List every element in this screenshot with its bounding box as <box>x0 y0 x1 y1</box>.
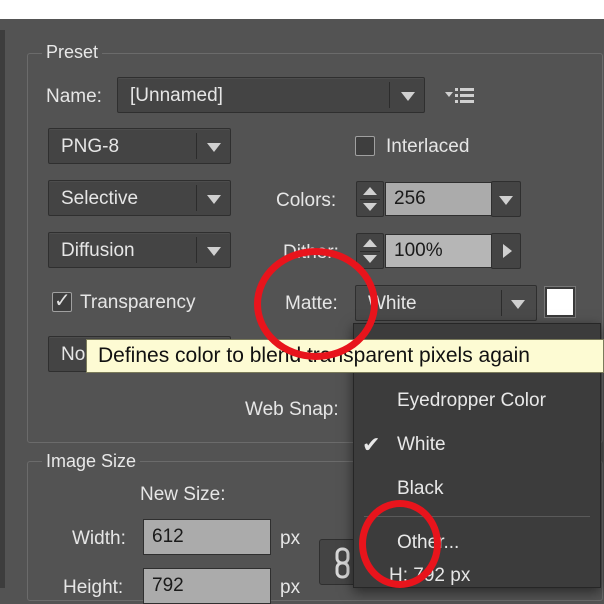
chevron-down-icon <box>511 300 525 309</box>
transparency-dither-value: No <box>61 344 86 365</box>
preset-group-title: Preset <box>42 42 103 62</box>
height-label: Height: <box>63 577 124 598</box>
height-unit: px <box>280 577 301 598</box>
interlaced-checkbox[interactable] <box>355 136 375 156</box>
chevron-right-icon <box>503 244 512 258</box>
format-dropdown-value: PNG-8 <box>61 136 120 157</box>
width-unit: px <box>280 528 301 549</box>
checkmark-icon: ✔ <box>362 432 381 457</box>
websnap-label: Web Snap: <box>245 399 339 420</box>
dither-algorithm-dropdown[interactable]: Diffusion <box>48 232 231 268</box>
width-field[interactable]: 612 <box>143 519 271 555</box>
chevron-down-icon <box>207 247 221 256</box>
chevron-down-icon <box>499 196 513 205</box>
matte-dropdown[interactable]: White <box>355 285 537 321</box>
chevron-down-icon <box>207 143 221 152</box>
colors-field[interactable]: 256 <box>385 182 492 216</box>
dither-stepper[interactable] <box>356 233 384 269</box>
color-reduction-value: Selective <box>61 188 139 209</box>
annotation-circle-matte <box>254 248 378 360</box>
dither-field[interactable]: 100% <box>385 234 492 268</box>
color-reduction-dropdown[interactable]: Selective <box>48 180 231 216</box>
new-size-label: New Size: <box>140 484 226 505</box>
name-dropdown[interactable]: [Unnamed] <box>117 77 425 113</box>
height-field[interactable]: 792 <box>143 568 271 604</box>
chevron-down-icon <box>401 92 415 101</box>
panel-left-edge <box>0 30 5 588</box>
list-menu-icon[interactable] <box>443 86 477 106</box>
colors-stepper[interactable] <box>356 181 384 217</box>
chevron-down-icon <box>207 195 221 204</box>
image-size-group-title: Image Size <box>42 451 141 471</box>
format-dropdown[interactable]: PNG-8 <box>48 128 231 164</box>
matte-menu-item-eyedropper[interactable]: Eyedropper Color <box>354 384 602 418</box>
annotation-circle-other <box>359 500 441 588</box>
colors-dropdown-button[interactable] <box>491 181 521 217</box>
colors-label: Colors: <box>276 190 337 211</box>
width-label: Width: <box>72 528 126 549</box>
name-dropdown-value: [Unnamed] <box>130 85 223 106</box>
checkmark-icon: ✓ <box>54 290 71 312</box>
dither-algorithm-value: Diffusion <box>61 240 135 261</box>
matte-menu-item-white[interactable]: ✔ White <box>354 428 602 462</box>
matte-color-swatch[interactable] <box>544 286 576 318</box>
transparency-label: Transparency <box>80 292 196 313</box>
interlaced-label: Interlaced <box>386 136 470 157</box>
dither-slider-button[interactable] <box>491 233 521 269</box>
name-label: Name: <box>46 86 102 107</box>
window-top-bar <box>0 0 604 19</box>
transparency-checkbox[interactable]: ✓ <box>52 290 72 312</box>
